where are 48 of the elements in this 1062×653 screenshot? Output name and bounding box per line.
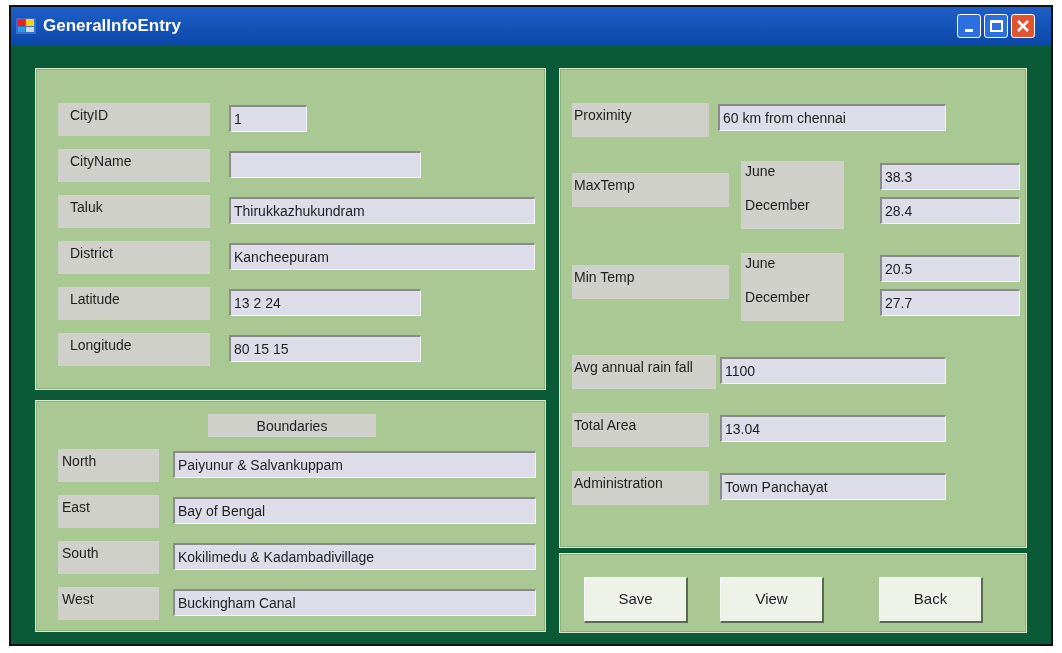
month-label: December bbox=[741, 195, 845, 229]
action-button[interactable]: Back bbox=[879, 577, 984, 623]
field-label: CityID bbox=[58, 103, 210, 136]
field-label: Total Area bbox=[572, 413, 710, 447]
action-button[interactable]: Save bbox=[584, 577, 689, 623]
field-label: Min Temp bbox=[572, 265, 730, 299]
text-field[interactable]: Paiyunur & Salvankuppam bbox=[173, 451, 536, 478]
field-label: West bbox=[58, 587, 159, 620]
field-label: South bbox=[58, 541, 159, 574]
section-label: Boundaries bbox=[208, 414, 376, 437]
close-button[interactable] bbox=[1011, 14, 1035, 38]
text-field[interactable]: Kancheepuram bbox=[229, 243, 535, 270]
maximize-button[interactable] bbox=[984, 14, 1008, 38]
field-label: Latitude bbox=[58, 287, 210, 320]
field-label: North bbox=[58, 449, 159, 482]
text-field[interactable]: Kokilimedu & Kadambadivillage bbox=[173, 543, 536, 570]
text-field[interactable]: 38.3 bbox=[880, 163, 1021, 190]
text-field[interactable]: Town Panchayat bbox=[720, 473, 947, 500]
field-label: Avg annual rain fall bbox=[572, 355, 717, 389]
window-title: GeneralInfoEntry bbox=[43, 15, 181, 38]
text-field[interactable]: 60 km from chennai bbox=[718, 104, 947, 131]
field-label: Taluk bbox=[58, 195, 210, 228]
text-field[interactable]: Buckingham Canal bbox=[173, 589, 536, 616]
action-button[interactable]: View bbox=[720, 577, 825, 623]
field-label: East bbox=[58, 495, 159, 528]
text-field[interactable]: 20.5 bbox=[880, 255, 1021, 282]
text-field[interactable]: 1 bbox=[229, 105, 307, 132]
field-label: MaxTemp bbox=[572, 173, 730, 207]
text-field[interactable]: 13.04 bbox=[720, 415, 947, 442]
text-field[interactable]: 80 15 15 bbox=[229, 335, 421, 362]
month-label: June bbox=[741, 253, 845, 287]
text-field[interactable] bbox=[229, 151, 421, 178]
field-label: CityName bbox=[58, 149, 210, 182]
field-label: District bbox=[58, 241, 210, 274]
text-field[interactable]: Bay of Bengal bbox=[173, 497, 536, 524]
close-icon bbox=[1016, 19, 1030, 33]
text-field[interactable]: 1100 bbox=[720, 357, 947, 384]
text-field[interactable]: Thirukkazhukundram bbox=[229, 197, 535, 224]
field-label: Administration bbox=[572, 471, 710, 505]
field-label: Proximity bbox=[572, 103, 710, 137]
month-label: June bbox=[741, 161, 845, 195]
field-label: Longitude bbox=[58, 333, 210, 366]
text-field[interactable]: 27.7 bbox=[880, 289, 1021, 316]
text-field[interactable]: 28.4 bbox=[880, 197, 1021, 224]
text-field[interactable]: 13 2 24 bbox=[229, 289, 421, 316]
app-icon bbox=[15, 16, 37, 36]
month-label: December bbox=[741, 287, 845, 321]
minimize-button[interactable] bbox=[957, 14, 981, 38]
